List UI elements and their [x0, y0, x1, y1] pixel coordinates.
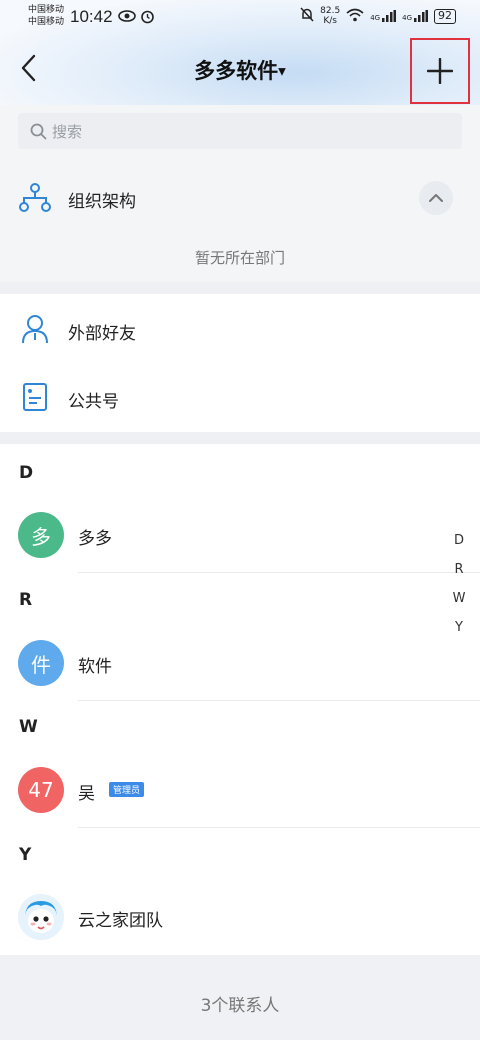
search-icon — [30, 123, 47, 139]
org-structure-label[interactable]: 组织架构 — [68, 187, 136, 212]
avatar[interactable]: 多 — [18, 512, 64, 558]
network-speed: 82.5 K/s — [320, 6, 341, 26]
document-icon — [18, 380, 52, 414]
index-letter-y[interactable]: Y — [452, 620, 466, 635]
search-placeholder: 搜索 — [52, 122, 83, 141]
section-divider — [0, 432, 480, 444]
mute-bell-icon — [300, 7, 314, 25]
index-letter-r[interactable]: R — [452, 562, 466, 577]
section-divider — [0, 282, 480, 294]
battery-indicator: 92 — [434, 8, 456, 24]
carrier-labels: 中国移动 中国移动 — [28, 4, 64, 28]
admin-badge: 管理员 — [109, 782, 145, 797]
section-letter-r: R — [19, 590, 33, 610]
signal-1: 4G — [370, 10, 397, 22]
search-input[interactable]: 搜索 — [18, 113, 462, 149]
status-right: 82.5 K/s 4G 4G 92 — [300, 6, 456, 26]
external-friends-item[interactable]: 外部好友 — [68, 319, 136, 344]
alarm-icon — [140, 9, 155, 28]
carrier-1: 中国移动 — [28, 5, 65, 15]
org-structure-icon — [18, 181, 52, 215]
section-letter-d: D — [19, 463, 34, 483]
row-divider — [78, 700, 480, 701]
public-account-item[interactable]: 公共号 — [68, 387, 119, 412]
contact-name-wu[interactable]: 吴 — [78, 779, 95, 804]
index-letter-d[interactable]: D — [452, 533, 466, 548]
avatar[interactable]: 件 — [18, 640, 64, 686]
no-department-text: 暂无所在部门 — [194, 249, 285, 267]
eye-icon — [118, 9, 136, 27]
page-title[interactable]: 多多软件▼ — [0, 55, 480, 85]
wifi-icon — [346, 8, 364, 25]
add-button[interactable] — [410, 38, 470, 104]
row-divider — [78, 827, 480, 828]
index-letter-w[interactable]: W — [452, 591, 466, 606]
caret-down-icon: ▼ — [278, 66, 286, 78]
contact-count-footer: 3个联系人 — [0, 955, 480, 1040]
person-icon — [18, 312, 52, 346]
mascot-avatar-icon[interactable] — [18, 894, 64, 940]
contact-name-yunzhijia-team[interactable]: 云之家团队 — [78, 906, 163, 931]
status-bar: 中国移动 中国移动 10:42 82.5 K/s 4G 4G 92 — [0, 0, 480, 36]
avatar[interactable]: 47 — [18, 767, 64, 813]
section-letter-y: Y — [19, 845, 32, 865]
contact-name-ruanjian[interactable]: 软件 — [78, 652, 112, 677]
carrier-2: 中国移动 — [28, 17, 65, 27]
clock: 10:42 — [70, 7, 113, 26]
row-divider — [78, 572, 480, 573]
contact-name-duoduo[interactable]: 多多 — [78, 524, 112, 549]
collapse-org-button[interactable] — [419, 181, 453, 215]
plus-icon — [427, 58, 453, 84]
section-letter-w: W — [19, 717, 38, 737]
signal-2: 4G — [402, 10, 428, 22]
contact-count: 3个联系人 — [200, 996, 280, 1016]
chevron-up-icon — [429, 194, 443, 202]
